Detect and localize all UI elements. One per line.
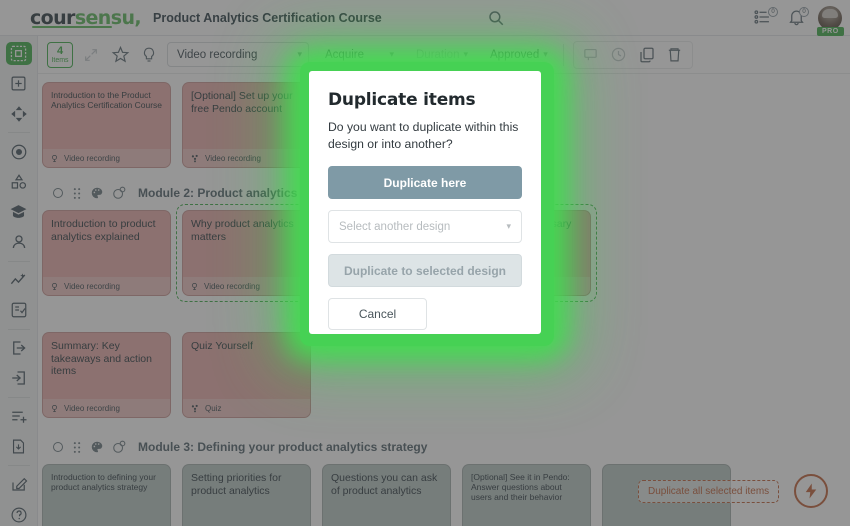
design-select-placeholder: Select another design [339, 220, 451, 233]
cancel-button[interactable]: Cancel [328, 298, 427, 330]
duplicate-here-button[interactable]: Duplicate here [328, 166, 522, 199]
chevron-down-icon: ▾ [506, 221, 511, 231]
duplicate-items-dialog: Duplicate items Do you want to duplicate… [309, 71, 541, 334]
dialog-title: Duplicate items [328, 90, 476, 110]
dialog-body-text: Do you want to duplicate within this des… [328, 120, 519, 151]
design-select[interactable]: Select another design ▾ [328, 210, 522, 243]
duplicate-to-selected-design-button[interactable]: Duplicate to selected design [328, 254, 522, 287]
